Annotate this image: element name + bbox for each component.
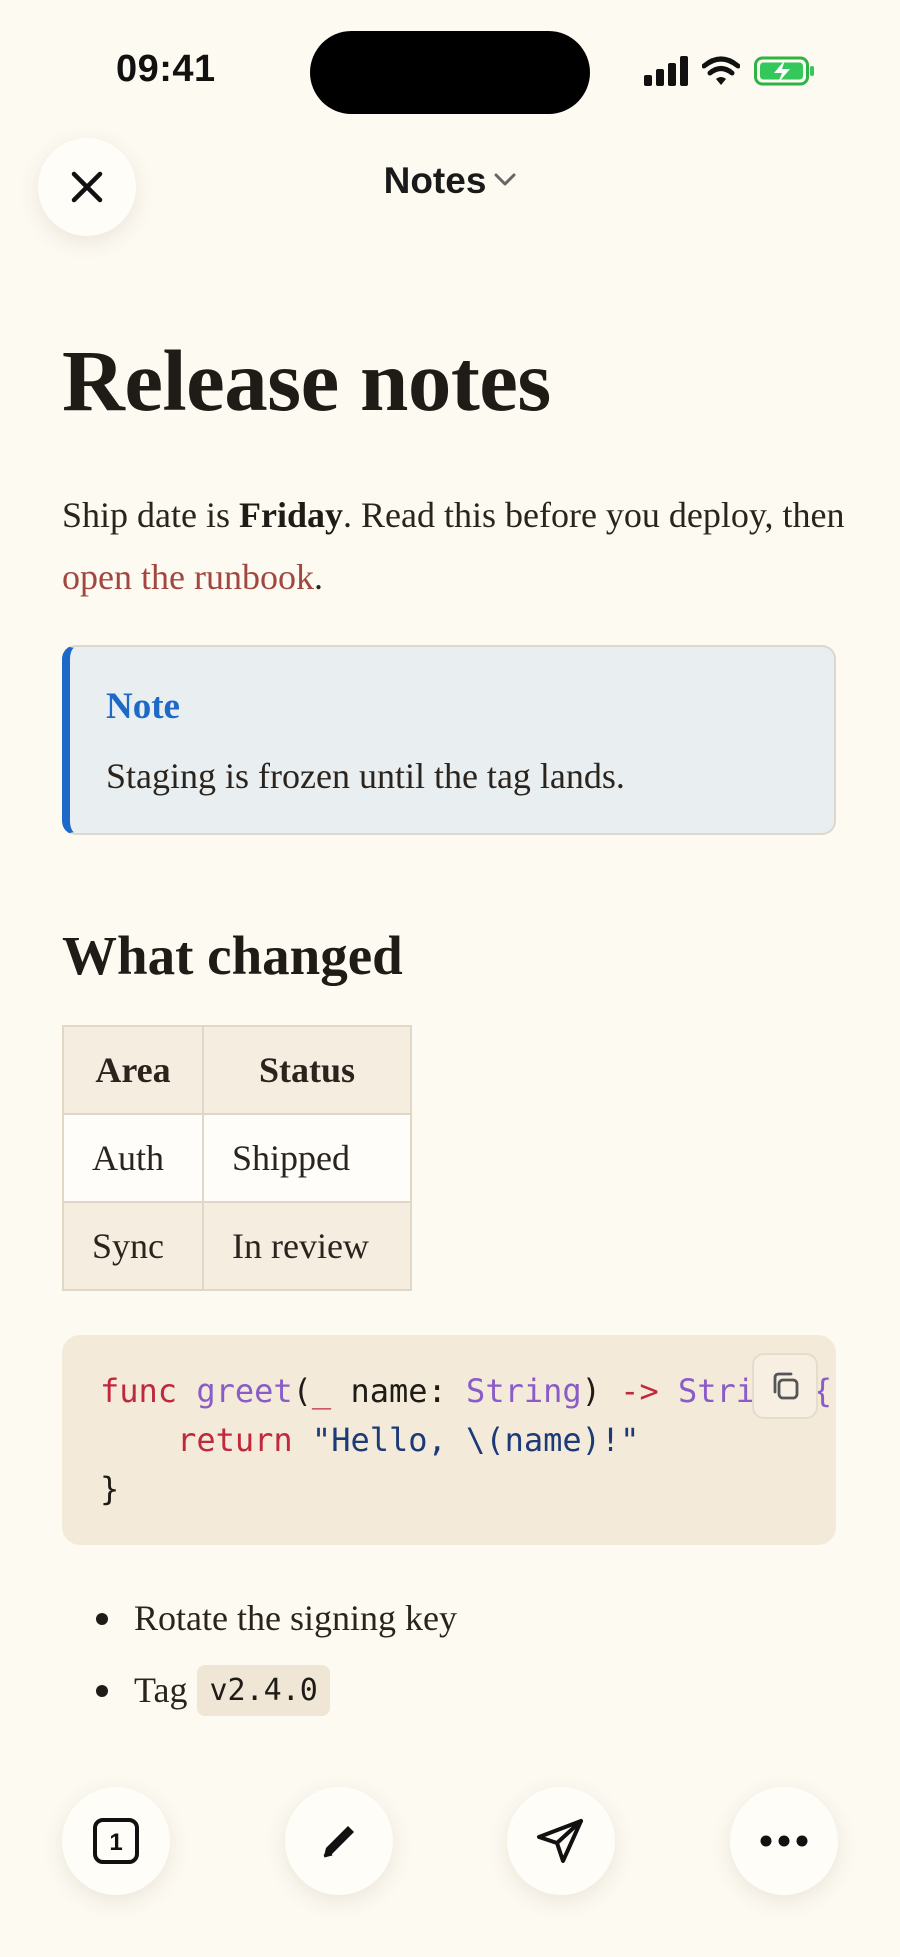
code-token: name: — [331, 1372, 467, 1410]
bullet-dot — [96, 1685, 108, 1697]
table-header-row: Area Status — [62, 1025, 412, 1115]
runbook-link[interactable]: open the runbook — [62, 557, 314, 597]
nav-title-label: Notes — [383, 160, 487, 201]
pages-count: 1 — [109, 1829, 122, 1856]
code-token: _ — [311, 1372, 332, 1410]
code-string: "Hello, \(name)!" — [292, 1421, 640, 1459]
callout-title: Note — [106, 686, 180, 727]
code-token: ( — [292, 1372, 312, 1410]
pages-icon: 1 — [93, 1818, 139, 1864]
pages-button[interactable]: 1 — [62, 1787, 170, 1895]
dynamic-island — [310, 31, 590, 114]
table-row: Auth Shipped — [62, 1113, 412, 1203]
more-button[interactable] — [730, 1787, 838, 1895]
page-title: Release notes — [62, 332, 551, 429]
wifi-icon — [702, 56, 740, 85]
table-cell: Sync — [62, 1201, 204, 1291]
changes-table: Area Status Auth Shipped Sync In review — [62, 1025, 412, 1291]
table-cell: Shipped — [202, 1113, 412, 1203]
intro-text-2: . Read this before you deploy, then — [343, 495, 845, 535]
intro-paragraph: Ship date is Friday. Read this before yo… — [62, 484, 852, 608]
table-header-area: Area — [62, 1025, 204, 1115]
more-icon — [760, 1835, 808, 1847]
send-icon — [537, 1819, 583, 1863]
intro-bold-day: Friday — [239, 495, 343, 535]
list-item-text: Tag — [134, 1670, 188, 1710]
inline-code-version: v2.4.0 — [197, 1664, 330, 1716]
cellular-icon — [644, 56, 688, 86]
table-header-status: Status — [202, 1025, 412, 1115]
intro-text-1: Ship date is — [62, 495, 239, 535]
bullet-dot — [96, 1613, 108, 1625]
intro-text-3: . — [313, 557, 323, 597]
code-block: func greet(_ name: String) -> String { r… — [62, 1335, 836, 1545]
table-row: Sync In review — [62, 1201, 412, 1291]
table-cell: In review — [202, 1201, 412, 1291]
status-time: 09:41 — [116, 48, 216, 90]
code-token: } — [100, 1470, 120, 1508]
code-arrow: -> — [620, 1372, 659, 1410]
code-function-name: greet — [196, 1372, 293, 1410]
section-heading: What changed — [62, 925, 403, 986]
bullet-list: Rotate the signing key Tag v2.4.0 — [62, 1582, 457, 1726]
note-callout: Note Staging is frozen until the tag lan… — [62, 645, 836, 835]
table-cell: Auth — [62, 1113, 204, 1203]
copy-code-button[interactable] — [752, 1353, 818, 1419]
edit-button[interactable] — [285, 1787, 393, 1895]
send-button[interactable] — [507, 1787, 615, 1895]
chevron-down-icon — [494, 173, 516, 186]
callout-body: Staging is frozen until the tag lands. — [106, 756, 625, 796]
pencil-icon — [323, 1826, 354, 1858]
copy-icon — [773, 1372, 799, 1400]
list-item: Rotate the signing key — [62, 1582, 457, 1654]
notes-dropdown[interactable]: Notes — [0, 160, 900, 202]
code-type: String — [466, 1372, 582, 1410]
code-token: ) — [581, 1372, 621, 1410]
list-item-text: Rotate the signing key — [134, 1598, 457, 1638]
status-icons — [644, 56, 816, 86]
battery-charging-icon — [754, 56, 814, 86]
code-keyword: func — [100, 1372, 178, 1410]
list-item: Tag v2.4.0 — [62, 1654, 457, 1726]
code-keyword: return — [177, 1421, 293, 1459]
code-text: func greet(_ name: String) -> String { r… — [100, 1367, 832, 1514]
